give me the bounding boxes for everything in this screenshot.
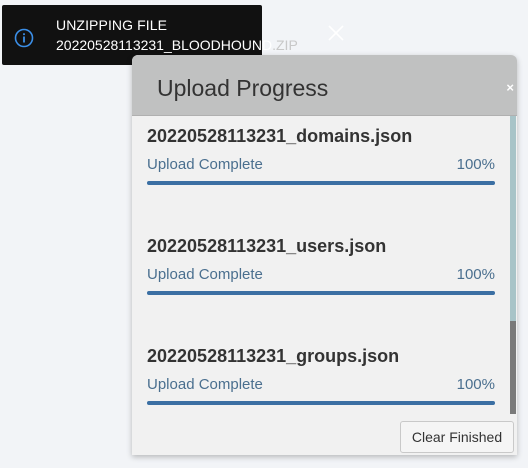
progress-bar <box>147 291 495 295</box>
upload-percent: 100% <box>456 266 495 283</box>
upload-filename: 20220528113231_users.json <box>147 236 387 256</box>
upload-filename: 20220528113231_domains.json <box>147 126 413 146</box>
upload-percent: 100% <box>456 376 495 393</box>
panel-title: Upload Progress <box>157 75 329 101</box>
toast-filename: 20220528113231_BLOODHOUND <box>56 37 273 53</box>
upload-filename: 20220528113231_groups.json <box>147 346 400 366</box>
close-icon[interactable] <box>327 24 345 42</box>
scrollbar-thumb[interactable] <box>510 321 516 414</box>
upload-status: Upload Complete <box>147 156 263 173</box>
toast-filename-overflow: .ZIP <box>272 37 298 53</box>
upload-item: 20220528113231_domains.json Upload Compl… <box>147 126 495 196</box>
clear-finished-button[interactable]: Clear Finished <box>400 421 514 453</box>
panel-header: Upload Progress × <box>132 55 517 116</box>
upload-item: 20220528113231_users.json Upload Complet… <box>147 236 495 306</box>
upload-status: Upload Complete <box>147 266 263 283</box>
upload-percent: 100% <box>456 156 495 173</box>
upload-status: Upload Complete <box>147 376 263 393</box>
panel-close-button[interactable]: × <box>506 81 514 94</box>
upload-list[interactable]: 20220528113231_domains.json Upload Compl… <box>132 116 512 412</box>
progress-bar <box>147 401 495 405</box>
progress-bar <box>147 181 495 185</box>
progress-track <box>147 181 495 185</box>
progress-track <box>147 291 495 295</box>
upload-progress-panel: Upload Progress × 20220528113231_domains… <box>132 55 517 455</box>
info-icon <box>14 28 34 48</box>
upload-item: 20220528113231_groups.json Upload Comple… <box>147 346 495 412</box>
scrollbar[interactable] <box>510 116 516 414</box>
toast-title: UNZIPPING FILE <box>56 17 168 33</box>
toast-subtitle: 20220528113231_BLOODHOUND.ZIP <box>56 37 298 53</box>
progress-track <box>147 401 495 405</box>
